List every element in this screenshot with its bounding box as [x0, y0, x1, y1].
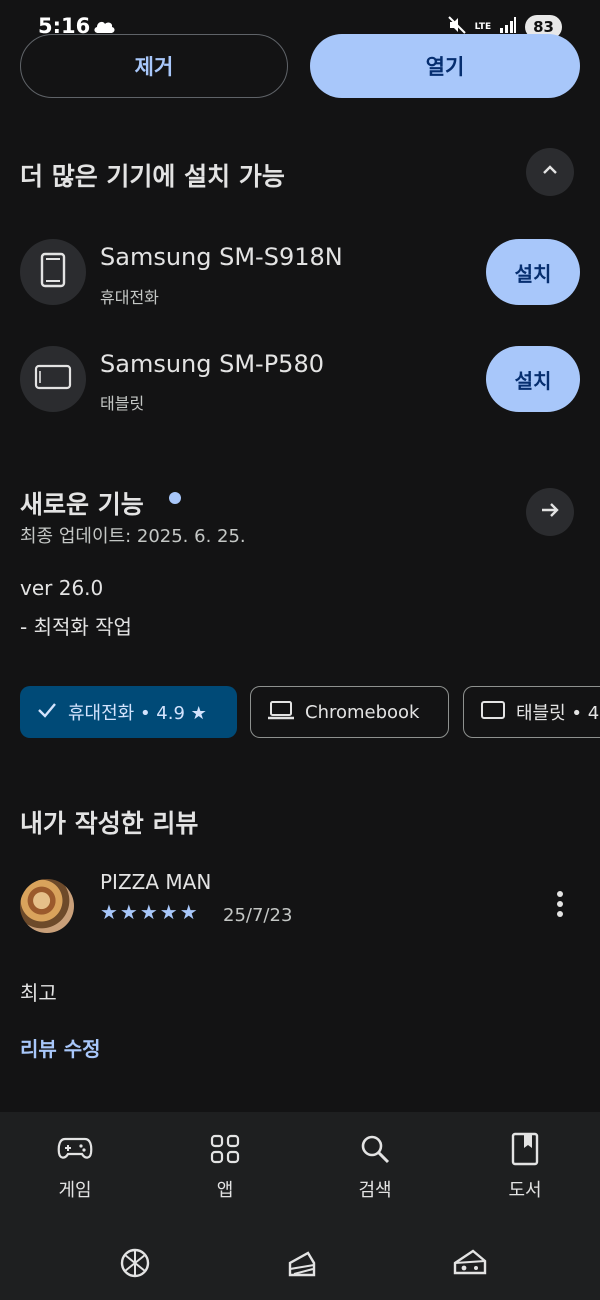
laptop-icon — [267, 699, 295, 726]
chip-phone[interactable]: 휴대전화 • 4.9 ★ — [20, 686, 237, 738]
version-text: ver 26.0 — [20, 576, 104, 600]
chip-label: 휴대전화 • 4.9 ★ — [68, 703, 207, 724]
arrow-right-icon — [538, 498, 562, 526]
install-button-tablet[interactable]: 설치 — [486, 346, 580, 412]
my-review-title: 내가 작성한 리뷰 — [20, 809, 199, 838]
chip-chromebook[interactable]: Chromebook — [250, 686, 449, 738]
bottom-navigation: 게임 앱 검색 도서 — [0, 1112, 600, 1300]
nav-books[interactable]: 도서 — [450, 1132, 600, 1202]
check-icon — [36, 699, 58, 726]
remove-button[interactable]: 제거 — [20, 34, 288, 98]
device-tablet-avatar — [20, 346, 86, 412]
whats-new-more-button[interactable] — [526, 488, 574, 536]
system-shortcut-3[interactable] — [453, 1247, 487, 1281]
chip-tablet[interactable]: 태블릿 • 4 — [463, 686, 600, 738]
nav-label: 검색 — [358, 1180, 392, 1201]
cake-icon — [286, 1251, 318, 1283]
tablet-icon — [34, 363, 72, 395]
device-name: Samsung SM-P580 — [100, 350, 324, 378]
gamepad-icon — [0, 1132, 150, 1166]
review-menu-button[interactable] — [540, 886, 580, 926]
nav-apps[interactable]: 앱 — [150, 1132, 300, 1202]
more-vert-icon — [556, 890, 564, 922]
install-section-title: 더 많은 기기에 설치 가능 — [20, 162, 285, 191]
review-text: 최고 — [20, 981, 57, 1005]
system-shortcut-2[interactable] — [286, 1247, 318, 1283]
install-button-phone[interactable]: 설치 — [486, 239, 580, 305]
device-name: Samsung SM-S918N — [100, 243, 343, 271]
system-shortcut-1[interactable] — [119, 1247, 151, 1283]
nav-games[interactable]: 게임 — [0, 1132, 150, 1202]
basketball-icon — [119, 1248, 151, 1283]
review-author: PIZZA MAN — [100, 870, 212, 894]
chip-label: Chromebook — [305, 701, 420, 723]
search-icon — [300, 1132, 450, 1166]
cheese-icon — [453, 1249, 487, 1281]
lte-indicator: LTE — [474, 21, 492, 32]
phone-icon — [40, 252, 66, 292]
nav-label: 도서 — [508, 1180, 542, 1201]
device-type: 휴대전화 — [100, 288, 159, 307]
book-icon — [450, 1132, 600, 1166]
nav-label: 앱 — [216, 1180, 234, 1201]
chip-label: 태블릿 • 4 — [516, 703, 600, 724]
whats-new-title: 새로운 기능 — [20, 490, 144, 519]
release-note: - 최적화 작업 — [20, 615, 132, 639]
apps-grid-icon — [150, 1132, 300, 1166]
avatar — [20, 879, 74, 933]
star-rating: ★★★★★ — [100, 900, 200, 924]
review-date: 25/7/23 — [223, 905, 293, 926]
nav-label: 게임 — [58, 1180, 92, 1201]
nav-search[interactable]: 검색 — [300, 1132, 450, 1202]
collapse-button[interactable] — [526, 148, 574, 196]
edit-review-link[interactable]: 리뷰 수정 — [20, 1033, 101, 1062]
device-type: 태블릿 — [100, 394, 145, 413]
open-button[interactable]: 열기 — [310, 34, 580, 98]
tablet-icon — [480, 700, 506, 725]
chevron-up-icon — [540, 160, 560, 184]
new-indicator-dot — [169, 492, 181, 504]
last-updated: 최종 업데이트: 2025. 6. 25. — [20, 526, 246, 547]
device-phone-avatar — [20, 239, 86, 305]
